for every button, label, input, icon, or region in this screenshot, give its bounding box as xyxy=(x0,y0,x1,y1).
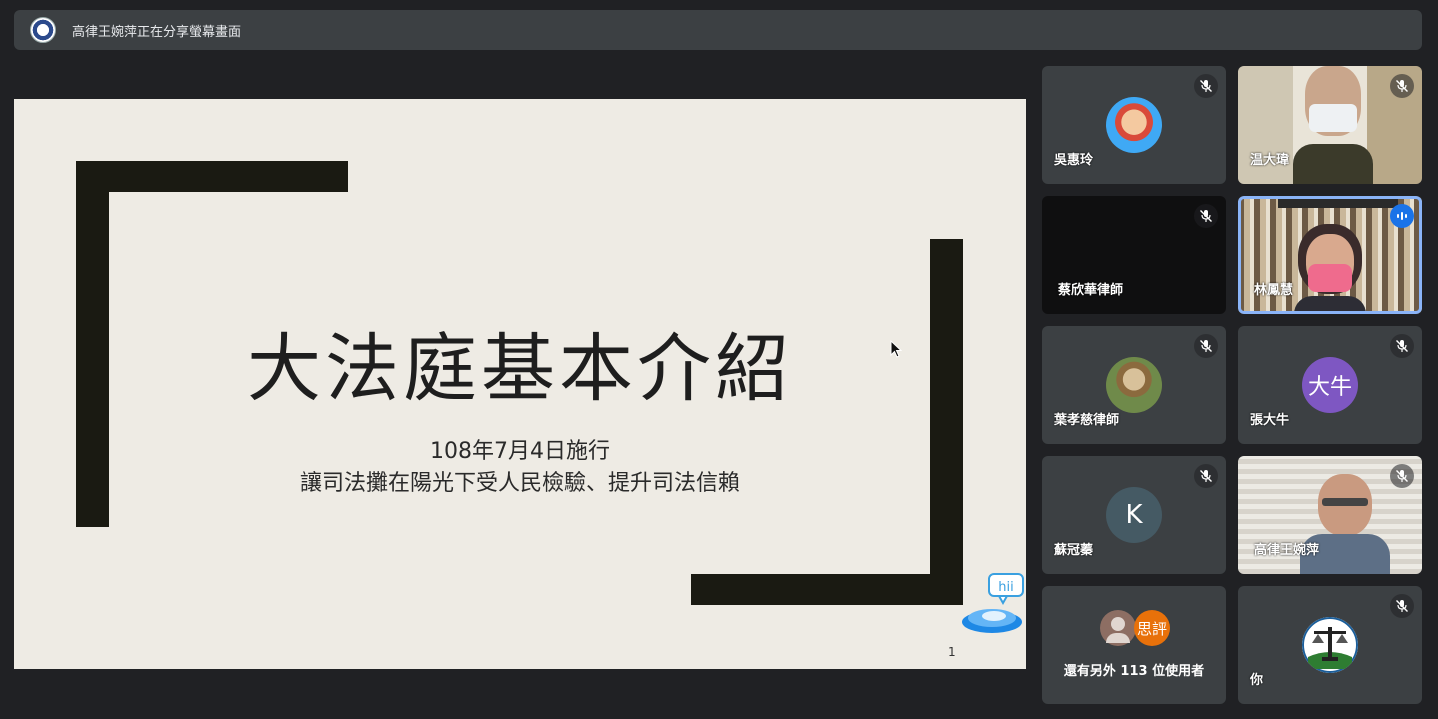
mic-off-icon xyxy=(1194,74,1218,98)
participant-tile-wu-huiling[interactable]: 吳惠玲 xyxy=(1042,66,1226,184)
speaking-indicator-icon xyxy=(1390,204,1414,228)
mic-off-icon xyxy=(1390,594,1414,618)
participant-name: 林鳳慧 xyxy=(1254,283,1294,298)
participant-name: 你 xyxy=(1250,673,1264,688)
avatar xyxy=(1106,357,1162,413)
participant-name: 吳惠玲 xyxy=(1054,153,1094,168)
avatar: K xyxy=(1106,487,1162,543)
more-participants-tile[interactable]: 思評 還有另外 113 位使用者 xyxy=(1042,586,1226,704)
participant-tile-ye-xiaoci[interactable]: 葉孝慈律師 xyxy=(1042,326,1226,444)
mic-off-icon xyxy=(1194,334,1218,358)
slide-page-number: 1 xyxy=(948,645,956,659)
avatar: 大牛 xyxy=(1302,357,1358,413)
mic-off-icon xyxy=(1194,204,1218,228)
participant-tile-lin-fenghui[interactable]: 林鳳慧 xyxy=(1238,196,1422,314)
participant-figure xyxy=(1300,474,1390,574)
participant-tile-wang-wanping[interactable]: 高律王婉萍 xyxy=(1238,456,1422,574)
screen-share-banner: 高律王婉萍正在分享螢幕畫面 xyxy=(14,10,1422,50)
participant-name: 温大瑋 xyxy=(1250,153,1290,168)
mic-off-icon xyxy=(1390,464,1414,488)
frame-bar-top xyxy=(76,161,348,192)
mic-off-icon xyxy=(1194,464,1218,488)
participant-figure xyxy=(1293,66,1373,184)
participant-tile-zhang-daniu[interactable]: 大牛 張大牛 xyxy=(1238,326,1422,444)
more-participants-label: 還有另外 113 位使用者 xyxy=(1063,664,1205,679)
mic-off-icon xyxy=(1390,74,1414,98)
shared-screen: 大法庭基本介紹 108年7月4日施行 讓司法攤在陽光下受人民檢驗、提升司法信賴 … xyxy=(14,99,1026,669)
participant-name: 高律王婉萍 xyxy=(1254,543,1320,558)
organization-logo-icon xyxy=(30,17,56,43)
frame-bar-bottom xyxy=(691,574,963,605)
avatar: 思評 xyxy=(1134,610,1170,646)
participant-tile-self[interactable]: 你 xyxy=(1238,586,1422,704)
participant-name: 蔡欣華律師 xyxy=(1058,283,1124,298)
mascot-speech-text: hii xyxy=(998,580,1013,595)
scales-of-justice-icon xyxy=(1302,617,1358,673)
participant-tile-wen-dawei[interactable]: 温大瑋 xyxy=(1238,66,1422,184)
avatar xyxy=(1100,610,1136,646)
frame-bar-right xyxy=(930,239,963,605)
participant-tile-su-guanzhen[interactable]: K 蘇冠蓁 xyxy=(1042,456,1226,574)
slide-subtitle-date: 108年7月4日施行 xyxy=(430,439,610,464)
participant-name: 張大牛 xyxy=(1250,413,1290,428)
avatar xyxy=(1106,97,1162,153)
sharing-status-text: 高律王婉萍正在分享螢幕畫面 xyxy=(72,24,242,40)
participant-name: 葉孝慈律師 xyxy=(1054,413,1120,428)
slide-title: 大法庭基本介紹 xyxy=(247,326,793,412)
participant-tile-cai-xinhua[interactable]: 蔡欣華律師 xyxy=(1042,196,1226,314)
mic-off-icon xyxy=(1390,334,1414,358)
mascot-icon: hii xyxy=(962,573,1024,633)
mouse-cursor-icon xyxy=(890,340,902,358)
participant-name: 蘇冠蓁 xyxy=(1054,543,1094,558)
slide-subtitle-tagline: 讓司法攤在陽光下受人民檢驗、提升司法信賴 xyxy=(299,471,740,496)
